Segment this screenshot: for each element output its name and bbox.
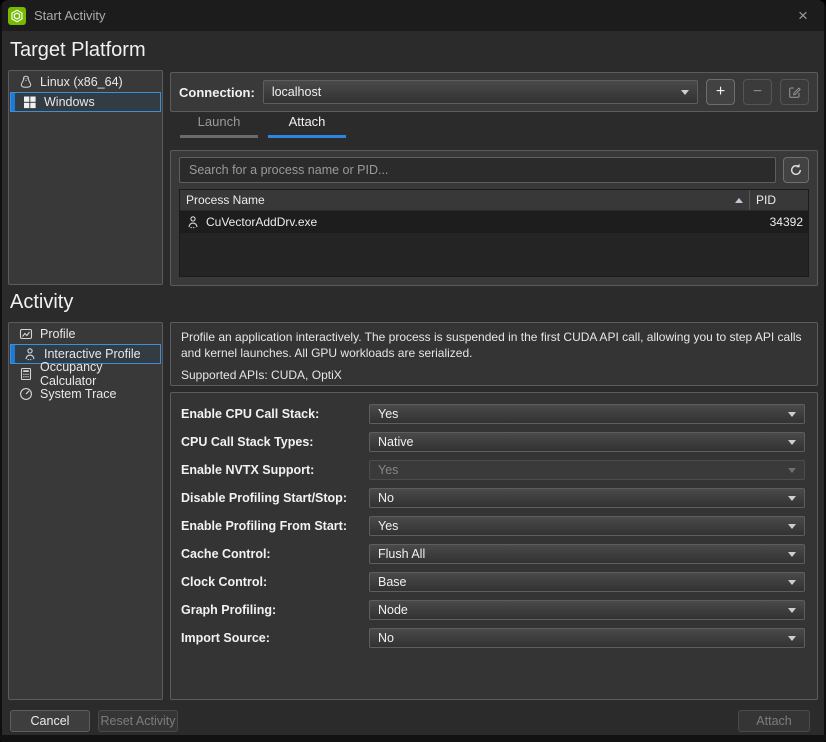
interactive-profile-icon [23,347,37,361]
option-label: Enable CPU Call Stack: [181,407,369,421]
refresh-icon [789,163,803,177]
reset-activity-button[interactable]: Reset Activity [98,710,178,732]
supported-apis: Supported APIs: CUDA, OptiX [181,367,807,383]
option-label: Import Source: [181,631,369,645]
column-header-pid[interactable]: PID [750,190,808,210]
process-icon [186,215,200,229]
chevron-down-icon [788,496,796,501]
platform-item-windows[interactable]: Windows [10,92,161,112]
option-label: Cache Control: [181,547,369,561]
target-platform-heading: Target Platform [10,39,146,62]
option-label: Graph Profiling: [181,603,369,617]
chevron-down-icon [788,440,796,445]
cpu-call-stack-types-select[interactable]: Native [369,432,805,452]
profile-chart-icon [19,327,33,341]
process-table-row[interactable]: CuVectorAddDrv.exe 34392 [180,211,808,233]
chevron-down-icon [788,580,796,585]
option-label: Enable Profiling From Start: [181,519,369,533]
activity-item-label: System Trace [40,387,116,401]
activity-description-panel: Profile an application interactively. Th… [170,322,818,386]
cancel-button[interactable]: Cancel [10,710,90,732]
chevron-down-icon [788,636,796,641]
option-row-clock-control: Clock Control: Base [171,568,817,596]
window-edge-left [0,0,2,742]
cache-control-select[interactable]: Flush All [369,544,805,564]
connection-value: localhost [272,85,321,99]
chevron-down-icon [788,412,796,417]
platform-item-label: Windows [44,95,95,109]
process-search-row [179,157,809,183]
remove-connection-button[interactable]: − [743,79,772,105]
start-activity-dialog: Start Activity × Target Platform Linux (… [0,0,826,742]
import-source-select[interactable]: No [369,628,805,648]
tab-launch[interactable]: Launch [180,114,258,138]
column-header-process-name[interactable]: Process Name [180,190,749,210]
option-row-graph-profiling: Graph Profiling: Node [171,596,817,624]
process-pid: 34392 [748,215,808,229]
add-connection-button[interactable]: + [706,79,735,105]
activity-heading: Activity [10,291,73,314]
enable-nvtx-support-select[interactable]: Yes [369,460,805,480]
connection-label: Connection: [179,85,255,100]
option-row-cpu-call-stack-types: CPU Call Stack Types: Native [171,428,817,456]
process-search-input[interactable] [179,157,776,183]
attach-button[interactable]: Attach [738,710,810,732]
option-label: CPU Call Stack Types: [181,435,369,449]
launch-attach-tabs: Launch Attach [180,114,346,138]
connection-panel: Connection: localhost + − [170,72,818,112]
graph-profiling-select[interactable]: Node [369,600,805,620]
activity-item-profile[interactable]: Profile [10,324,161,344]
close-icon[interactable]: × [790,3,816,29]
tab-attach[interactable]: Attach [268,114,346,138]
disable-profiling-start-stop-select[interactable]: No [369,488,805,508]
option-row-enable-nvtx-support: Enable NVTX Support: Yes [171,456,817,484]
refresh-process-list-button[interactable] [783,157,809,183]
activity-options-panel: Enable CPU Call Stack: Yes CPU Call Stac… [170,392,818,700]
system-trace-gauge-icon [19,387,33,401]
calculator-icon [19,367,33,381]
chevron-down-icon [788,468,796,473]
title-bar: Start Activity × [0,0,826,31]
edit-pencil-icon [788,85,802,99]
chevron-down-icon [788,608,796,613]
activity-description: Profile an application interactively. Th… [181,329,807,361]
platform-list: Linux (x86_64) Windows [8,70,163,285]
option-row-cache-control: Cache Control: Flush All [171,540,817,568]
attach-panel: Process Name PID CuVectorAddDrv.exe 3439… [170,150,818,286]
process-name: CuVectorAddDrv.exe [206,215,748,229]
activity-list: Profile Interactive Profile Occupancy Ca… [8,322,163,700]
option-label: Clock Control: [181,575,369,589]
windows-icon [23,95,37,109]
activity-item-occupancy-calculator[interactable]: Occupancy Calculator [10,364,161,384]
option-row-import-source: Import Source: No [171,624,817,652]
nsight-compute-logo-icon [8,7,26,25]
option-label: Disable Profiling Start/Stop: [181,491,369,505]
chevron-down-icon [681,90,689,95]
process-table-header: Process Name PID [180,190,808,211]
platform-item-label: Linux (x86_64) [40,75,123,89]
activity-item-system-trace[interactable]: System Trace [10,384,161,404]
enable-cpu-call-stack-select[interactable]: Yes [369,404,805,424]
chevron-down-icon [788,524,796,529]
process-table: Process Name PID CuVectorAddDrv.exe 3439… [179,189,809,277]
clock-control-select[interactable]: Base [369,572,805,592]
activity-item-label: Interactive Profile [44,347,141,361]
option-row-enable-profiling-from-start: Enable Profiling From Start: Yes [171,512,817,540]
option-label: Enable NVTX Support: [181,463,369,477]
platform-item-linux[interactable]: Linux (x86_64) [10,72,161,92]
window-edge-bottom [0,735,826,742]
linux-icon [19,75,33,89]
enable-profiling-from-start-select[interactable]: Yes [369,516,805,536]
option-row-disable-profiling-start-stop: Disable Profiling Start/Stop: No [171,484,817,512]
option-row-enable-cpu-call-stack: Enable CPU Call Stack: Yes [171,400,817,428]
chevron-down-icon [788,552,796,557]
edit-connection-button[interactable] [780,79,809,105]
window-title: Start Activity [34,8,106,23]
connection-select[interactable]: localhost [263,80,698,104]
activity-item-label: Profile [40,327,75,341]
sort-ascending-icon [735,198,743,203]
